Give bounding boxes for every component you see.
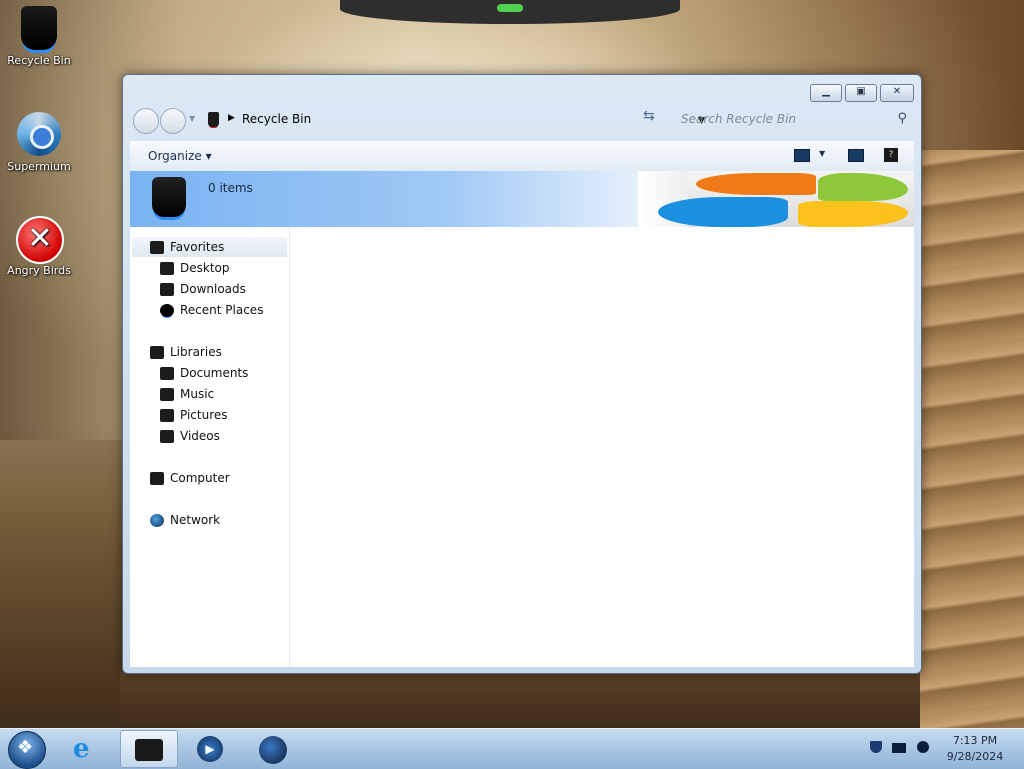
navigation-pane: Favorites Desktop Downloads Recent Place… xyxy=(130,227,290,667)
recycle-bin-icon xyxy=(208,112,219,127)
documents-icon xyxy=(160,366,174,380)
recent-pages-dropdown-icon[interactable]: ▼ xyxy=(189,114,195,123)
nav-desktop[interactable]: Desktop xyxy=(160,258,230,278)
nav-label: Documents xyxy=(180,366,249,380)
windows-logo-banner xyxy=(638,171,914,227)
preview-pane-icon[interactable] xyxy=(848,149,864,162)
close-button[interactable]: ✕ xyxy=(880,84,914,102)
search-box[interactable]: Search Recycle Bin ⚲ xyxy=(669,108,913,132)
desktop-icon-recycle-bin[interactable]: Recycle Bin xyxy=(4,6,74,67)
minimize-button[interactable]: ▁ xyxy=(810,84,842,102)
organize-button[interactable]: Organize ▾ xyxy=(148,149,212,163)
search-input[interactable]: Search Recycle Bin xyxy=(681,112,796,126)
desktop-icon xyxy=(160,261,174,275)
nav-downloads[interactable]: Downloads xyxy=(160,279,246,299)
nav-libraries[interactable]: Libraries xyxy=(150,342,222,362)
nav-label: Videos xyxy=(180,429,220,443)
wallpaper-shore xyxy=(0,440,130,740)
organize-label: Organize xyxy=(148,149,202,163)
taskbar-media-player[interactable]: ▶ xyxy=(182,730,238,766)
explorer-window: ▁ ▣ ✕ ▼ ▶ Recycle Bin ▼ ⇆ Search Recycle… xyxy=(122,74,922,674)
nav-computer[interactable]: Computer xyxy=(150,468,230,488)
search-icon[interactable]: ⚲ xyxy=(897,111,907,126)
desktop-icon-label: Supermium xyxy=(7,160,71,173)
recycle-bin-icon xyxy=(21,6,57,50)
star-icon xyxy=(150,240,164,254)
desktop-icon-label: Angry Birds xyxy=(7,264,71,277)
wallpaper-boards xyxy=(920,150,1024,730)
breadcrumb-location[interactable]: Recycle Bin xyxy=(242,112,311,126)
details-header: 0 items xyxy=(130,171,914,227)
action-center-icon[interactable] xyxy=(870,741,882,753)
taskbar-internet-explorer[interactable]: e xyxy=(60,730,116,766)
start-button[interactable] xyxy=(8,731,46,769)
computer-icon xyxy=(150,471,164,485)
view-dropdown-icon[interactable]: ▼ xyxy=(819,149,825,158)
nav-music[interactable]: Music xyxy=(160,384,214,404)
recent-places-icon xyxy=(160,303,174,317)
taskbar: e ▶ 7:13 PM 9/28/2024 xyxy=(0,728,1024,769)
media-player-icon: ▶ xyxy=(197,736,223,762)
recycle-bin-icon xyxy=(135,739,163,761)
forward-button[interactable] xyxy=(160,108,186,134)
nav-label: Desktop xyxy=(180,261,230,275)
refresh-icon[interactable]: ⇆ xyxy=(643,108,655,124)
navigation-bar: ▼ ▶ Recycle Bin ▼ ⇆ Search Recycle Bin ⚲ xyxy=(131,104,913,136)
pictures-icon xyxy=(160,408,174,422)
sphere-icon xyxy=(259,736,287,764)
system-clock[interactable]: 7:13 PM 9/28/2024 xyxy=(940,733,1010,765)
nav-recent-places[interactable]: Recent Places xyxy=(160,300,263,320)
back-button[interactable] xyxy=(133,108,159,134)
nav-label: Music xyxy=(180,387,215,401)
nav-videos[interactable]: Videos xyxy=(160,426,220,446)
libraries-icon xyxy=(150,345,164,359)
nav-documents[interactable]: Documents xyxy=(160,363,248,383)
internet-explorer-icon: e xyxy=(73,734,90,764)
caption-buttons: ▁ ▣ ✕ xyxy=(810,84,914,102)
close-x-icon: ✕ xyxy=(16,216,64,264)
nav-label: Recent Places xyxy=(180,303,264,317)
nav-label: Pictures xyxy=(180,408,228,422)
address-bar[interactable]: ▶ Recycle Bin ▼ xyxy=(204,108,705,132)
network-globe-icon xyxy=(150,513,164,527)
desktop-icon-angry-birds[interactable]: ✕ Angry Birds xyxy=(4,216,74,277)
nav-label: Favorites xyxy=(170,240,225,254)
volume-icon[interactable] xyxy=(917,741,929,753)
recycle-bin-icon xyxy=(152,177,186,217)
breadcrumb-arrow-icon[interactable]: ▶ xyxy=(228,113,235,123)
music-icon xyxy=(160,387,174,401)
wallpaper-rocks xyxy=(120,672,920,732)
gadget-led xyxy=(497,4,523,12)
nav-label: Network xyxy=(170,513,221,527)
desktop-icon-label: Recycle Bin xyxy=(7,54,71,67)
videos-icon xyxy=(160,429,174,443)
taskbar-explorer-window[interactable] xyxy=(120,730,178,768)
maximize-button[interactable]: ▣ xyxy=(845,84,877,102)
supermium-icon xyxy=(17,112,61,156)
nav-pictures[interactable]: Pictures xyxy=(160,405,228,425)
desktop-icon-supermium[interactable]: Supermium xyxy=(4,112,74,173)
command-bar: Organize ▾ ▼ ? xyxy=(130,141,914,172)
nav-label: Computer xyxy=(170,471,230,485)
nav-network[interactable]: Network xyxy=(150,510,220,530)
nav-label: Downloads xyxy=(180,282,246,296)
nav-favorites[interactable]: Favorites xyxy=(132,237,287,257)
taskbar-app[interactable] xyxy=(246,730,302,766)
help-icon[interactable]: ? xyxy=(884,148,898,162)
file-list-area[interactable] xyxy=(290,227,914,667)
item-count: 0 items xyxy=(208,181,253,195)
nav-label: Libraries xyxy=(170,345,222,359)
change-view-icon[interactable] xyxy=(794,149,810,162)
downloads-icon xyxy=(160,282,174,296)
clock-time: 7:13 PM xyxy=(952,734,998,747)
clock-date: 9/28/2024 xyxy=(946,750,1004,763)
network-icon[interactable] xyxy=(892,743,906,753)
